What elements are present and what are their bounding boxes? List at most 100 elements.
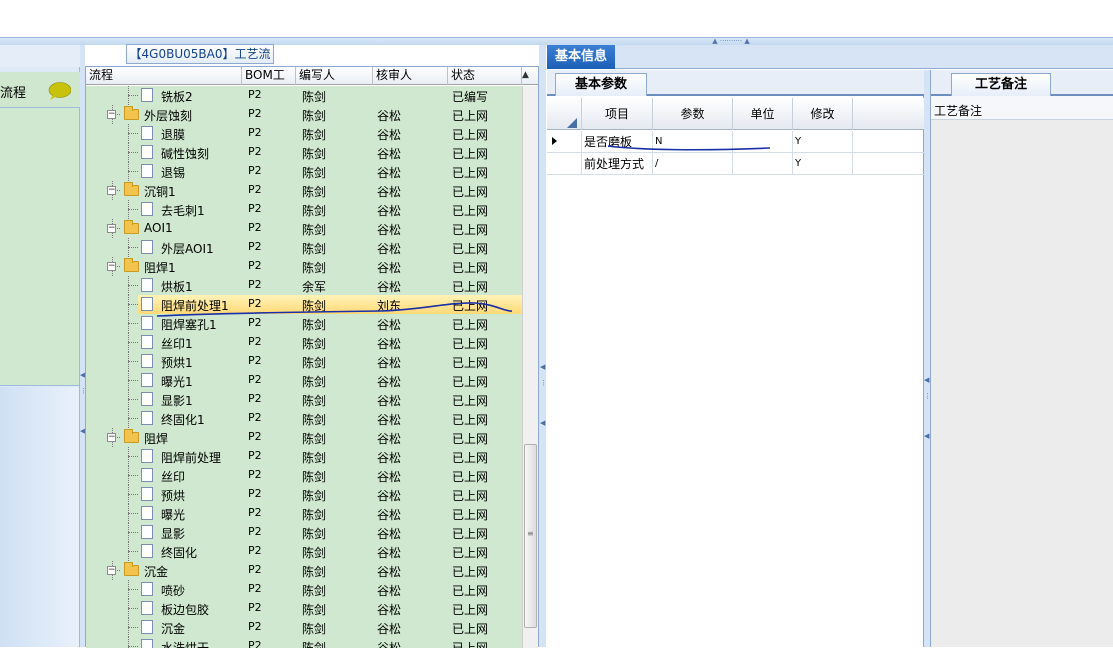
tree-node-label[interactable]: 预烘	[161, 487, 185, 504]
cell-bom[interactable]: P2	[248, 430, 262, 443]
cell-reviewer[interactable]: 谷松	[377, 506, 401, 523]
cell-reviewer[interactable]: 谷松	[377, 202, 401, 219]
cell-modify[interactable]: Y	[793, 131, 853, 153]
cell-reviewer[interactable]: 谷松	[377, 525, 401, 542]
cell-reviewer[interactable]: 谷松	[377, 392, 401, 409]
left-nav-item-flow[interactable]: 流程	[0, 72, 80, 108]
cell-reviewer[interactable]: 谷松	[377, 164, 401, 181]
cell-writer[interactable]: 陈剑	[302, 601, 326, 618]
cell-writer[interactable]: 陈剑	[302, 145, 326, 162]
cell-writer[interactable]: 余军	[302, 278, 326, 295]
cell-reviewer[interactable]: 谷松	[377, 601, 401, 618]
col-header-item[interactable]: 项目	[582, 98, 653, 130]
cell-status[interactable]: 已上网	[452, 164, 488, 181]
cell-bom[interactable]: P2	[248, 449, 262, 462]
cell-status[interactable]: 已上网	[452, 563, 488, 580]
notes-field-row[interactable]: 工艺备注	[931, 96, 1113, 120]
tree-row[interactable]: 板边包胶 P2 陈剑 谷松 已上网	[86, 599, 522, 618]
tree-node-label[interactable]: 退膜	[161, 126, 185, 143]
cell-unit[interactable]	[733, 131, 793, 153]
cell-reviewer[interactable]: 谷松	[377, 430, 401, 447]
cell-bom[interactable]: P2	[248, 126, 262, 139]
tree-row[interactable]: 外层AOI1 P2 陈剑 谷松 已上网	[86, 238, 522, 257]
tree-row[interactable]: 铣板2 P2 陈剑 已编写	[86, 86, 522, 105]
cell-bom[interactable]: P2	[248, 468, 262, 481]
tree-node-label[interactable]: 丝印	[161, 468, 185, 485]
cell-reviewer[interactable]: 谷松	[377, 354, 401, 371]
cell-bom[interactable]: P2	[248, 240, 262, 253]
splitter-arrow-icon[interactable]: ◀	[924, 376, 929, 384]
tree-node-label[interactable]: 铣板2	[161, 88, 193, 105]
cell-writer[interactable]: 陈剑	[302, 525, 326, 542]
splitter-arrow-icon[interactable]: ◀	[924, 432, 929, 440]
tree-vertical-scrollbar[interactable]: ≡	[522, 86, 538, 648]
cell-status[interactable]: 已上网	[452, 544, 488, 561]
tree-row[interactable]: 显影1 P2 陈剑 谷松 已上网	[86, 390, 522, 409]
tree-row[interactable]: 终固化1 P2 陈剑 谷松 已上网	[86, 409, 522, 428]
cell-writer[interactable]: 陈剑	[302, 620, 326, 637]
tree-row[interactable]: 丝印1 P2 陈剑 谷松 已上网	[86, 333, 522, 352]
cell-reviewer[interactable]: 刘东	[377, 297, 401, 314]
cell-bom[interactable]: P2	[248, 335, 262, 348]
cell-status[interactable]: 已上网	[452, 259, 488, 276]
cell-reviewer[interactable]: 谷松	[377, 126, 401, 143]
cell-status[interactable]: 已上网	[452, 145, 488, 162]
row-indicator-cell[interactable]	[547, 131, 582, 153]
cell-status[interactable]: 已上网	[452, 240, 488, 257]
tab-process-notes[interactable]: 工艺备注	[951, 73, 1051, 96]
cell-bom[interactable]: P2	[248, 392, 262, 405]
tree-row[interactable]: 预烘 P2 陈剑 谷松 已上网	[86, 485, 522, 504]
select-all-icon[interactable]	[567, 118, 577, 128]
params-row[interactable]: 是否磨板 N Y	[547, 131, 924, 153]
cell-reviewer[interactable]: 谷松	[377, 468, 401, 485]
collapse-toggle-icon[interactable]: −	[107, 110, 116, 119]
cell-status[interactable]: 已上网	[452, 221, 488, 238]
cell-writer[interactable]: 陈剑	[302, 563, 326, 580]
cell-bom[interactable]: P2	[248, 259, 262, 272]
splitter-grip-icon[interactable]: ⋮	[540, 379, 547, 387]
tree-node-label[interactable]: 显影1	[161, 392, 193, 409]
cell-status[interactable]: 已上网	[452, 297, 488, 314]
collapse-toggle-icon[interactable]: −	[107, 566, 116, 575]
cell-bom[interactable]: P2	[248, 506, 262, 519]
tree-node-label[interactable]: 外层蚀刻	[144, 107, 192, 124]
cell-status[interactable]: 已上网	[452, 506, 488, 523]
cell-writer[interactable]: 陈剑	[302, 506, 326, 523]
cell-status[interactable]: 已上网	[452, 411, 488, 428]
cell-writer[interactable]: 陈剑	[302, 449, 326, 466]
tree-row[interactable]: 退锡 P2 陈剑 谷松 已上网	[86, 162, 522, 181]
tree-row[interactable]: 终固化 P2 陈剑 谷松 已上网	[86, 542, 522, 561]
collapse-toggle-icon[interactable]: −	[107, 262, 116, 271]
collapse-toggle-icon[interactable]: −	[107, 224, 116, 233]
cell-writer[interactable]: 陈剑	[302, 373, 326, 390]
cell-reviewer[interactable]: 谷松	[377, 544, 401, 561]
tab-basic-info[interactable]: 基本信息	[547, 45, 615, 69]
cell-writer[interactable]: 陈剑	[302, 202, 326, 219]
cell-bom[interactable]: P2	[248, 582, 262, 595]
cell-item[interactable]: 是否磨板	[582, 131, 653, 153]
scrollbar-thumb[interactable]: ≡	[524, 444, 537, 628]
splitter-arrow-icon[interactable]: ◀	[540, 363, 545, 371]
cell-reviewer[interactable]: 谷松	[377, 107, 401, 124]
collapse-toggle-icon[interactable]: −	[107, 186, 116, 195]
sort-up-icon[interactable]: ▲	[522, 70, 529, 80]
tree-node-label[interactable]: 终固化	[161, 544, 197, 561]
col-header-bom[interactable]: BOM工厂	[242, 67, 296, 99]
cell-writer[interactable]: 陈剑	[302, 316, 326, 333]
tree-node-label[interactable]: 曝光	[161, 506, 185, 523]
cell-reviewer[interactable]: 谷松	[377, 278, 401, 295]
tree-node-label[interactable]: 阻焊	[144, 430, 168, 447]
cell-writer[interactable]: 陈剑	[302, 392, 326, 409]
cell-status[interactable]: 已上网	[452, 335, 488, 352]
cell-writer[interactable]: 陈剑	[302, 164, 326, 181]
cell-status[interactable]: 已上网	[452, 449, 488, 466]
tree-row[interactable]: − AOI1 P2 陈剑 谷松 已上网	[86, 219, 522, 238]
tree-row[interactable]: 曝光 P2 陈剑 谷松 已上网	[86, 504, 522, 523]
cell-bom[interactable]: P2	[248, 221, 262, 234]
cell-status[interactable]: 已编写	[452, 88, 488, 105]
cell-reviewer[interactable]: 谷松	[377, 373, 401, 390]
cell-status[interactable]: 已上网	[452, 620, 488, 637]
tree-node-label[interactable]: 曝光1	[161, 373, 193, 390]
cell-bom[interactable]: P2	[248, 411, 262, 424]
tree-node-label[interactable]: 阻焊前处理1	[161, 297, 229, 314]
